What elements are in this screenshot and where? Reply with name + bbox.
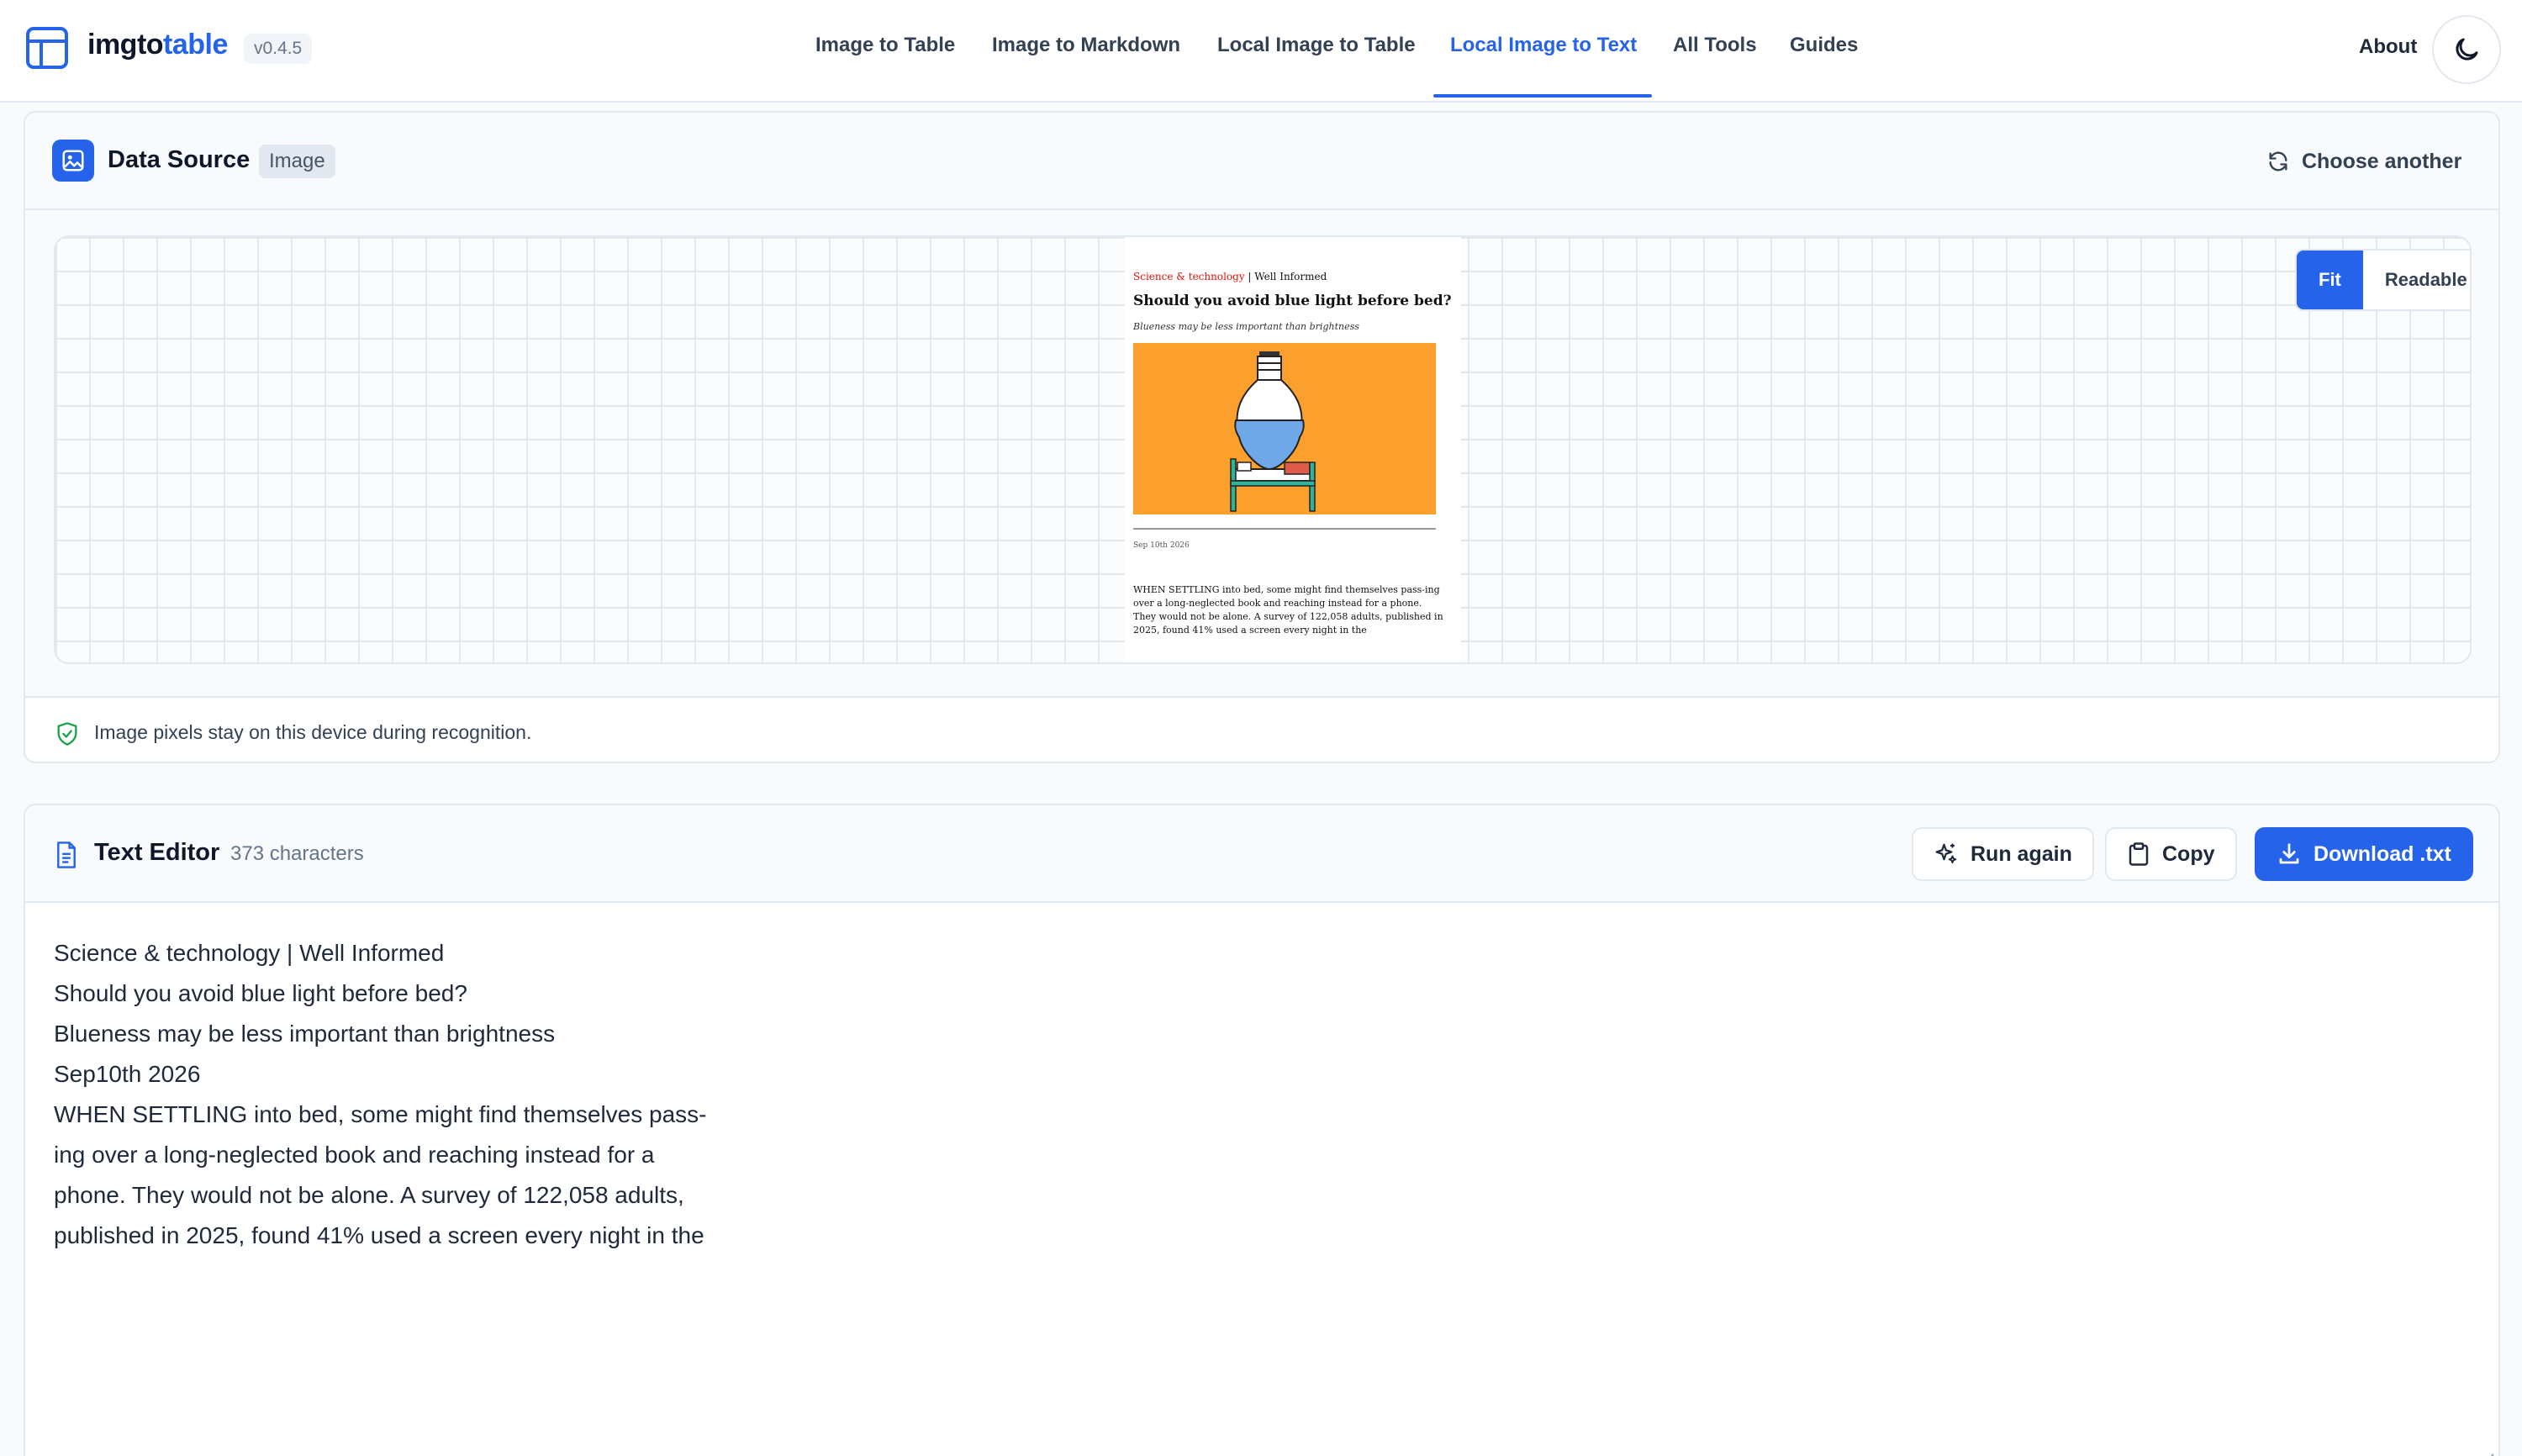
editor-line: WHEN SETTLING into bed, some might find … — [54, 1101, 707, 1127]
text-editor-card: Text Editor 373 characters Run again Cop… — [24, 804, 2500, 1456]
doc-divider — [1133, 528, 1436, 530]
editor-line: Blueness may be less important than brig… — [54, 1021, 556, 1047]
editor-line: Should you avoid blue light before bed? — [54, 980, 467, 1006]
doc-headline: Should you avoid blue light before bed? — [1133, 293, 1452, 309]
table-logo-icon[interactable] — [25, 26, 69, 70]
choose-another-label: Choose another — [2302, 149, 2462, 173]
source-image-page: Science & technology | Well Informed Sho… — [1125, 237, 1461, 662]
nav-all-tools[interactable]: All Tools — [1673, 34, 1757, 57]
doc-kicker-rest: | Well Informed — [1244, 271, 1327, 282]
source-type-badge: Image — [259, 145, 335, 178]
resize-handle-icon[interactable] — [2478, 1449, 2495, 1456]
editor-line: ing over a long-neglected book and reach… — [54, 1142, 655, 1168]
doc-date: Sep 10th 2026 — [1133, 541, 1190, 550]
document-icon — [57, 841, 76, 868]
text-editor-title: Text Editor — [94, 839, 220, 866]
editor-line: Science & technology | Well Informed — [54, 940, 445, 966]
download-icon — [2279, 843, 2299, 864]
character-count: 373 characters — [230, 842, 364, 865]
privacy-note-text: Image pixels stay on this device during … — [94, 721, 532, 743]
copy-button[interactable]: Copy — [2105, 827, 2237, 881]
data-source-header: Data Source Image Choose another — [25, 113, 2498, 210]
nav-local-image-to-table[interactable]: Local Image to Table — [1217, 34, 1416, 57]
theme-toggle-button[interactable] — [2432, 15, 2501, 84]
about-link[interactable]: About — [2359, 35, 2417, 59]
moon-icon — [2456, 38, 2478, 61]
editor-line: phone. They would not be alone. A survey… — [54, 1182, 684, 1208]
download-txt-button[interactable]: Download .txt — [2255, 827, 2473, 881]
fit-mode-button[interactable]: Fit — [2297, 251, 2363, 309]
brand-name[interactable]: imgtotable — [87, 29, 228, 61]
view-mode-toggle: Fit Readable — [2295, 249, 2470, 311]
privacy-notice: Image pixels stay on this device during … — [25, 696, 2498, 762]
image-source-icon — [52, 140, 94, 182]
top-header: imgtotable v0.4.5 Image to Table Image t… — [0, 0, 2522, 103]
clipboard-icon — [2129, 842, 2149, 866]
nav-local-image-to-text[interactable]: Local Image to Text — [1450, 34, 1637, 57]
copy-label: Copy — [2162, 841, 2215, 866]
data-source-card: Data Source Image Choose another Science… — [24, 111, 2500, 763]
active-tab-indicator — [1433, 94, 1652, 98]
shield-check-icon — [57, 722, 77, 746]
preview-area: Science & technology | Well Informed Sho… — [25, 210, 2498, 696]
brand-prefix: imgto — [87, 29, 164, 61]
readable-mode-button[interactable]: Readable — [2363, 251, 2470, 309]
nav-image-to-table[interactable]: Image to Table — [815, 34, 955, 57]
brand-accent: table — [163, 29, 228, 61]
text-editor-header: Text Editor 373 characters Run again Cop… — [25, 805, 2498, 903]
nav-guides[interactable]: Guides — [1790, 34, 1858, 57]
image-icon — [62, 150, 84, 171]
doc-subheadline: Blueness may be less important than brig… — [1133, 321, 1359, 332]
run-again-label: Run again — [1971, 841, 2072, 866]
doc-kicker: Science & technology | Well Informed — [1133, 271, 1327, 282]
text-editor-textarea[interactable]: Science & technology | Well Informed Sho… — [25, 903, 2498, 1456]
run-again-button[interactable]: Run again — [1912, 827, 2094, 881]
data-source-title: Data Source — [108, 146, 251, 173]
sparkles-icon — [1935, 843, 1957, 863]
download-label: Download .txt — [2314, 841, 2451, 866]
editor-line: published in 2025, found 41% used a scre… — [54, 1222, 704, 1248]
refresh-icon — [2269, 151, 2287, 171]
doc-body-text: WHEN SETTLING into bed, some might find … — [1133, 584, 1443, 636]
doc-kicker-section: Science & technology — [1133, 271, 1245, 282]
nav-image-to-markdown[interactable]: Image to Markdown — [992, 34, 1180, 57]
version-badge: v0.4.5 — [244, 34, 313, 64]
image-preview-canvas[interactable]: Science & technology | Well Informed Sho… — [54, 235, 2472, 664]
choose-another-button[interactable]: Choose another — [2266, 138, 2461, 185]
lightbulb-bed-illustration — [1230, 351, 1316, 512]
lightbulb-illustration — [1133, 343, 1436, 514]
editor-line: Sep10th 2026 — [54, 1061, 201, 1087]
